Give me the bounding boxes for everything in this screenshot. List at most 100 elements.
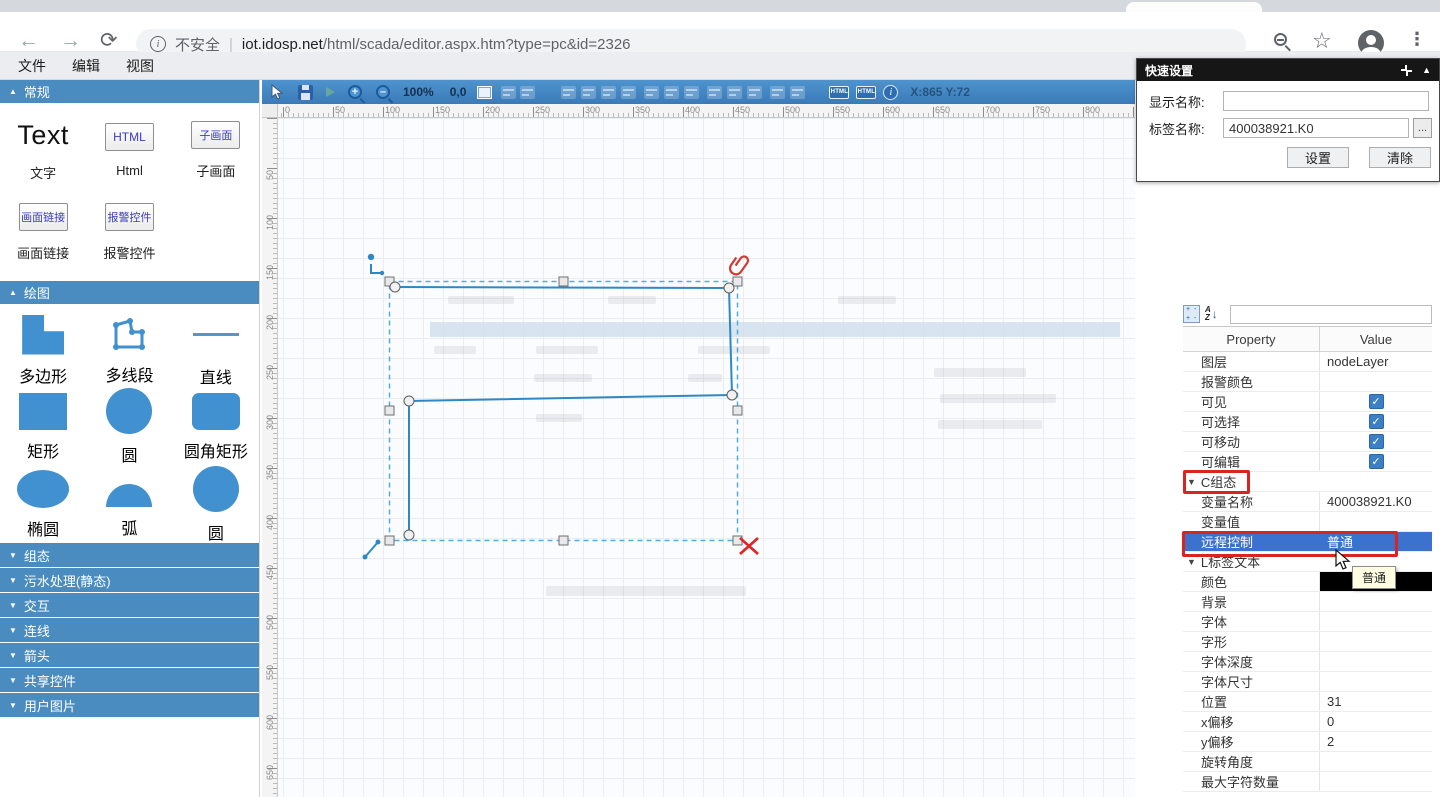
menu-view[interactable]: 视图: [126, 56, 154, 76]
widget-arc[interactable]: 弧: [86, 466, 172, 544]
section-header-components[interactable]: ▼ 组态: [0, 543, 259, 567]
align-middle-icon[interactable]: [644, 86, 659, 99]
property-group-c-config[interactable]: ▼ C组态: [1183, 472, 1432, 492]
html-widget-button[interactable]: HTML: [105, 123, 154, 151]
design-canvas[interactable]: [278, 118, 1135, 797]
widget-html[interactable]: HTML Html: [86, 110, 172, 192]
property-row-alarm-color[interactable]: 报警颜色: [1183, 372, 1432, 392]
menu-edit[interactable]: 编辑: [72, 56, 100, 76]
selected-polyline[interactable]: [395, 287, 732, 535]
subscreen-widget-button[interactable]: 子画面: [191, 121, 240, 149]
property-row-variable-name[interactable]: 变量名称 400038921.K0: [1183, 492, 1432, 512]
collapse-down-icon: ▼: [9, 601, 17, 610]
sort-az-icon[interactable]: AZ ↓: [1205, 305, 1223, 323]
property-row-max-chars[interactable]: 最大字符数量: [1183, 772, 1432, 792]
checkbox-checked[interactable]: ✓: [1369, 414, 1384, 429]
widget-polygon[interactable]: 多边形: [0, 313, 86, 388]
section-header-general[interactable]: ▲ 常规: [0, 80, 259, 103]
align-right-icon[interactable]: [601, 86, 616, 99]
resize-handles[interactable]: [385, 277, 742, 545]
section-header-user-images[interactable]: ▼ 用户图片: [0, 693, 259, 717]
display-name-input[interactable]: [1223, 91, 1429, 111]
widget-polyline[interactable]: 多线段: [86, 313, 172, 388]
property-row-layer[interactable]: 图层 nodeLayer: [1183, 352, 1432, 372]
section-header-connectors[interactable]: ▼ 连线: [0, 618, 259, 642]
align-center-h-icon[interactable]: [581, 86, 596, 99]
bring-front-icon[interactable]: [770, 86, 785, 99]
collapse-panel-icon[interactable]: ▲: [1422, 65, 1431, 75]
widget-screen-link[interactable]: 画面链接 画面链接: [0, 192, 86, 274]
distribute-h-icon[interactable]: [684, 86, 699, 99]
widget-circle-2[interactable]: 圆: [173, 466, 259, 544]
quick-settings-titlebar[interactable]: 快速设置 ▲: [1137, 59, 1439, 81]
run-preview-icon[interactable]: [326, 87, 335, 97]
preview-html-icon[interactable]: HTML: [856, 86, 876, 99]
property-filter-box[interactable]: [1230, 305, 1432, 324]
widget-rectangle[interactable]: 矩形: [0, 388, 86, 466]
property-row-font-weight[interactable]: 字体深度: [1183, 652, 1432, 672]
vertex-handles[interactable]: [390, 282, 737, 540]
alarm-widget-button[interactable]: 报警控件: [105, 203, 154, 231]
screen-link-widget-button[interactable]: 画面链接: [19, 203, 68, 231]
widget-circle[interactable]: 圆: [86, 388, 172, 466]
property-row-position[interactable]: 位置 31: [1183, 692, 1432, 712]
send-back-icon[interactable]: [790, 86, 805, 99]
property-row-background[interactable]: 背景: [1183, 592, 1432, 612]
page-settings-button[interactable]: [477, 86, 492, 99]
bookmark-star-icon[interactable]: ☆: [1312, 28, 1332, 54]
checkbox-checked[interactable]: ✓: [1369, 454, 1384, 469]
section-header-drawing[interactable]: ▲ 绘图: [0, 281, 259, 304]
zoom-in-icon[interactable]: +: [348, 85, 362, 99]
property-row-font-size[interactable]: 字体尺寸: [1183, 672, 1432, 692]
widget-subscreen[interactable]: 子画面 子画面: [173, 110, 259, 192]
categorized-view-icon[interactable]: [1183, 305, 1200, 323]
widget-alarm-control[interactable]: 报警控件 报警控件: [86, 192, 172, 274]
property-row-visible[interactable]: 可见 ✓: [1183, 392, 1432, 412]
menu-file[interactable]: 文件: [18, 56, 46, 76]
property-row-x-offset[interactable]: x偏移 0: [1183, 712, 1432, 732]
property-row-editable[interactable]: 可编辑 ✓: [1183, 452, 1432, 472]
back-icon[interactable]: ←: [18, 30, 39, 51]
widget-rounded-rect[interactable]: 圆角矩形: [173, 388, 259, 466]
set-button[interactable]: 设置: [1287, 147, 1349, 168]
widget-ellipse[interactable]: 椭圆: [0, 466, 86, 544]
group-icon[interactable]: [501, 86, 516, 99]
widget-text[interactable]: Text 文字: [0, 110, 86, 192]
browser-menu-icon[interactable]: ⋮: [1408, 29, 1426, 50]
browse-tags-button[interactable]: ...: [1413, 118, 1432, 138]
section-header-sewage[interactable]: ▼ 污水处理(静态): [0, 568, 259, 592]
property-row-rotation[interactable]: 旋转角度: [1183, 752, 1432, 772]
property-row-variable-value[interactable]: 变量值: [1183, 512, 1432, 532]
reload-icon[interactable]: ⟳: [100, 30, 118, 51]
property-row-y-offset[interactable]: y偏移 2: [1183, 732, 1432, 752]
info-icon[interactable]: i: [883, 85, 898, 100]
distribute-v-icon[interactable]: [707, 86, 722, 99]
select-cursor-icon[interactable]: [270, 84, 284, 100]
property-row-font[interactable]: 字体: [1183, 612, 1432, 632]
section-header-arrows[interactable]: ▼ 箭头: [0, 643, 259, 667]
property-row-selectable[interactable]: 可选择 ✓: [1183, 412, 1432, 432]
section-header-shared-controls[interactable]: ▼ 共享控件: [0, 668, 259, 692]
zoom-out-icon[interactable]: –: [376, 85, 390, 99]
align-left-icon[interactable]: [561, 86, 576, 99]
property-row-movable[interactable]: 可移动 ✓: [1183, 432, 1432, 452]
section-header-interaction[interactable]: ▼ 交互: [0, 593, 259, 617]
same-height-icon[interactable]: [747, 86, 762, 99]
property-row-font-style[interactable]: 字形: [1183, 632, 1432, 652]
checkbox-checked[interactable]: ✓: [1369, 394, 1384, 409]
clear-button[interactable]: 清除: [1369, 147, 1431, 168]
page-info-icon[interactable]: i: [150, 36, 166, 52]
tag-name-input[interactable]: 400038921.K0: [1223, 118, 1409, 138]
align-bottom-icon[interactable]: [664, 86, 679, 99]
widget-line[interactable]: 直线: [173, 313, 259, 388]
forward-icon[interactable]: →: [60, 30, 81, 51]
align-top-icon[interactable]: [621, 86, 636, 99]
property-row-remote-control[interactable]: 远程控制 普通: [1183, 532, 1432, 552]
page-zoom-icon[interactable]: [1274, 33, 1287, 46]
ungroup-icon[interactable]: [520, 86, 535, 99]
export-html-icon[interactable]: HTML: [829, 86, 849, 99]
checkbox-checked[interactable]: ✓: [1369, 434, 1384, 449]
dock-panel-icon[interactable]: [1401, 65, 1412, 76]
same-width-icon[interactable]: [727, 86, 742, 99]
save-icon[interactable]: [298, 85, 313, 100]
